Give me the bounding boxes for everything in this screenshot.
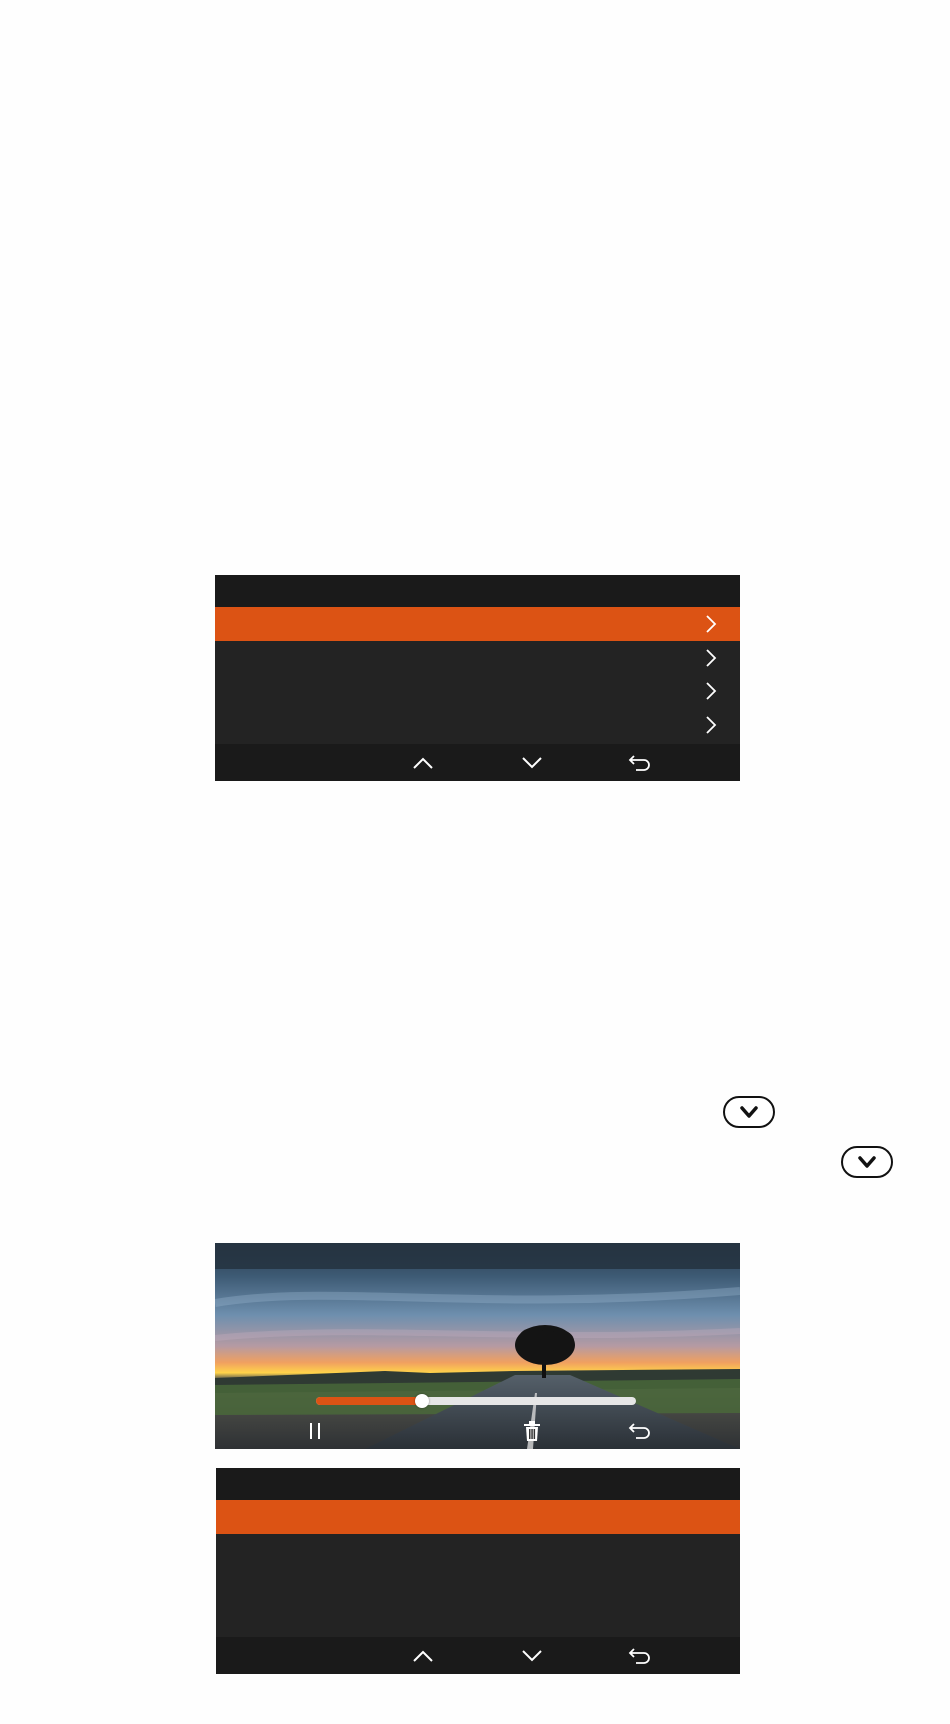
chevron-right-icon: [706, 682, 717, 700]
up-arrow-icon: [413, 1650, 433, 1662]
down-arrow-icon: [522, 756, 542, 768]
up-arrow-button[interactable]: [409, 1645, 437, 1667]
list-screen: [216, 1468, 740, 1674]
down-arrow-icon: [522, 1649, 542, 1661]
back-icon: [628, 1647, 650, 1664]
back-button[interactable]: [626, 1645, 654, 1667]
progress-fill: [316, 1397, 422, 1405]
back-button[interactable]: [626, 1420, 654, 1442]
list-title-bar: [216, 1468, 740, 1500]
delete-button[interactable]: [518, 1420, 546, 1442]
pause-button[interactable]: [301, 1420, 329, 1442]
down-arrow-button[interactable]: [518, 1645, 546, 1667]
back-icon: [628, 754, 650, 771]
menu-row-2[interactable]: [215, 641, 740, 674]
down-key-icon: [858, 1156, 876, 1168]
pause-icon: [310, 1423, 320, 1439]
menu-row-1[interactable]: [215, 607, 740, 641]
menu-screen: [215, 575, 740, 781]
list-row-2[interactable]: [216, 1534, 740, 1568]
menu-title-bar: [215, 575, 740, 607]
menu-row-4[interactable]: [215, 708, 740, 742]
playback-screen: [215, 1243, 740, 1449]
list-row-3[interactable]: [216, 1568, 740, 1602]
menu-nav-bar: [215, 744, 740, 781]
chevron-right-icon: [706, 716, 717, 734]
down-key-illustration: [841, 1146, 893, 1178]
back-icon: [628, 1423, 650, 1439]
down-arrow-button[interactable]: [518, 752, 546, 774]
list-row-1[interactable]: [216, 1500, 740, 1534]
menu-row-3[interactable]: [215, 674, 740, 708]
playback-progress-bar[interactable]: [316, 1394, 636, 1408]
sunset-road-photo: [215, 1243, 740, 1449]
chevron-right-icon: [706, 615, 717, 633]
down-key-illustration: [723, 1096, 775, 1128]
up-arrow-button[interactable]: [409, 752, 437, 774]
down-key-icon: [740, 1106, 758, 1118]
list-nav-bar: [216, 1637, 740, 1674]
trash-icon: [524, 1421, 540, 1441]
back-button[interactable]: [626, 752, 654, 774]
chevron-right-icon: [706, 648, 717, 667]
progress-knob[interactable]: [414, 1394, 429, 1408]
up-arrow-icon: [413, 757, 433, 769]
